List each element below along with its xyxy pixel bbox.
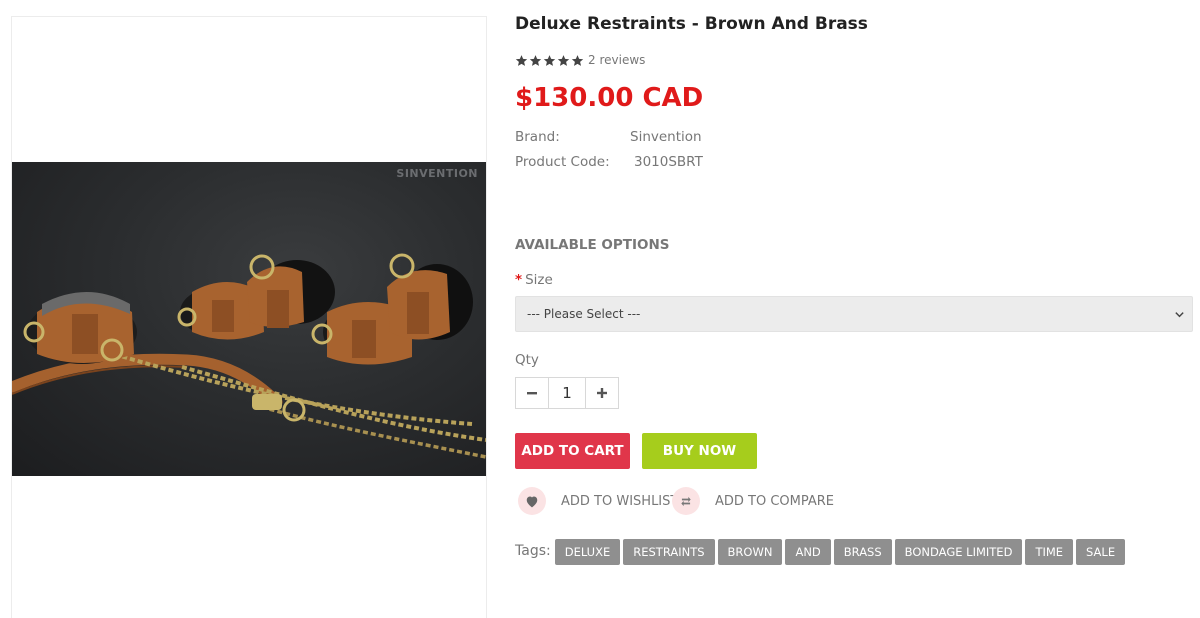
add-to-wishlist-link[interactable]: ADD TO WISHLIST xyxy=(518,487,678,515)
product-title: Deluxe Restraints - Brown And Brass xyxy=(515,14,868,34)
size-select[interactable]: --- Please Select --- xyxy=(515,296,1193,332)
add-to-cart-button[interactable]: ADD TO CART xyxy=(515,433,630,469)
product-photo-illustration xyxy=(12,253,486,459)
product-code-value: 3010SBRT xyxy=(634,154,703,170)
star-icon xyxy=(529,54,542,66)
add-to-compare-label: ADD TO COMPARE xyxy=(715,493,835,509)
star-icon xyxy=(543,54,556,66)
tag[interactable]: SALE xyxy=(1076,539,1126,565)
rating-stars xyxy=(515,54,584,67)
product-code-row: Product Code: 3010SBRT xyxy=(515,154,703,170)
tag[interactable]: BONDAGE LIMITED xyxy=(894,539,1023,565)
product-rating[interactable]: 2 reviews xyxy=(515,53,645,67)
size-select-value: --- Please Select --- xyxy=(527,307,641,321)
qty-increase-button[interactable] xyxy=(586,378,618,408)
tag[interactable]: BRASS xyxy=(833,539,892,565)
star-icon xyxy=(557,54,570,66)
heart-icon xyxy=(518,487,546,515)
buy-now-button[interactable]: BUY NOW xyxy=(642,433,757,469)
tag[interactable]: BROWN xyxy=(717,539,783,565)
product-photo[interactable]: SINVENTION xyxy=(12,162,486,476)
tags-row: Tags: DELUXE RESTRAINTS BROWN AND BRASS … xyxy=(515,539,1128,565)
product-code-label: Product Code: xyxy=(515,154,610,170)
tag[interactable]: DELUXE xyxy=(554,539,621,565)
tag[interactable]: TIME xyxy=(1025,539,1074,565)
qty-label: Qty xyxy=(515,352,539,368)
tag[interactable]: RESTRAINTS xyxy=(623,539,715,565)
add-to-wishlist-label: ADD TO WISHLIST xyxy=(561,493,679,509)
available-options-heading: AVAILABLE OPTIONS xyxy=(515,237,670,253)
qty-input[interactable]: 1 xyxy=(548,378,586,408)
add-to-compare-link[interactable]: ADD TO COMPARE xyxy=(672,487,834,515)
brand-label: Brand: xyxy=(515,129,560,145)
qty-decrease-button[interactable] xyxy=(516,378,548,408)
quantity-stepper: 1 xyxy=(515,377,619,409)
plus-icon xyxy=(597,388,607,398)
star-icon xyxy=(515,54,528,66)
brand-row: Brand: Sinvention xyxy=(515,129,702,145)
tags-label: Tags: xyxy=(515,543,551,559)
star-icon xyxy=(571,54,584,66)
size-label: * Size xyxy=(515,272,553,288)
tag[interactable]: AND xyxy=(785,539,831,565)
chevron-down-icon xyxy=(1175,312,1184,318)
required-mark: * xyxy=(515,272,523,288)
photo-watermark: SINVENTION xyxy=(396,167,478,180)
minus-icon xyxy=(527,392,537,395)
reviews-link[interactable]: 2 reviews xyxy=(588,53,645,67)
product-image-panel: SINVENTION xyxy=(11,16,487,618)
brand-value[interactable]: Sinvention xyxy=(630,129,702,145)
product-price: $130.00 CAD xyxy=(515,83,704,113)
size-label-text: Size xyxy=(525,272,553,288)
compare-icon xyxy=(672,487,700,515)
